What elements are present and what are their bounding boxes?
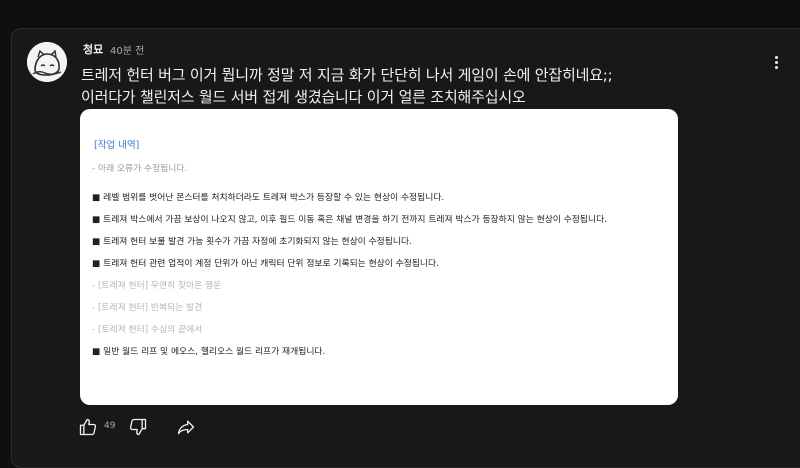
dislike-button[interactable] [128,416,148,438]
thumb-up-icon [79,418,97,436]
avatar-image [27,42,67,82]
thumb-down-icon [129,418,147,436]
notice-item: - 아래 오류가 수정됩니다. [92,164,188,174]
avatar[interactable] [27,42,67,82]
notice-item: ■ 일반 월드 리프 및 에오스, 헬리오스 월드 리프가 재개됩니다. [92,347,326,357]
like-button[interactable] [78,416,98,438]
notice-item: - [트레져 헌터] 반복되는 발견 [92,303,203,313]
notice-item: - [트레져 헌터] 우연히 찾아온 행운 [92,281,222,291]
comment-text-line: 이러다가 챌린저스 월드 서버 접게 생겼습니다 이거 얼른 조치해주십시오 [81,88,526,106]
share-icon [177,420,195,435]
comment-author[interactable]: 청묘 [83,41,103,57]
notice-header: [작업 내역] [94,140,140,151]
comment-text-line: 트레저 헌터 버그 이거 뭡니까 정말 저 지금 화가 단단히 나서 게임이 손… [81,66,613,84]
notice-item: - [트레져 헌터] 수십의 끝에서 [92,325,203,335]
notice-item: ■ 레벨 범위를 벗어난 몬스터를 처치하더라도 트레져 박스가 등장할 수 있… [92,193,445,203]
notice-item: ■ 트레져 헌터 보물 발견 가능 횟수가 가끔 자정에 초기화되지 않는 현상… [92,237,412,247]
comment-time[interactable]: 40분 전 [110,42,144,57]
notice-item: ■ 트레져 박스에서 가끔 보상이 나오지 않고, 이후 필드 이동 혹은 채널… [92,215,607,225]
notice-item: ■ 트레져 헌터 관련 업적이 계정 단위가 아닌 캐릭터 단위 정보로 기록되… [92,259,439,269]
notice-image[interactable]: [작업 내역] - 아래 오류가 수정됩니다. ■ 레벨 범위를 벗어난 몬스터… [80,109,678,405]
more-vert-icon[interactable] [766,52,786,72]
share-button[interactable] [175,416,197,438]
like-count: 49 [104,421,116,431]
